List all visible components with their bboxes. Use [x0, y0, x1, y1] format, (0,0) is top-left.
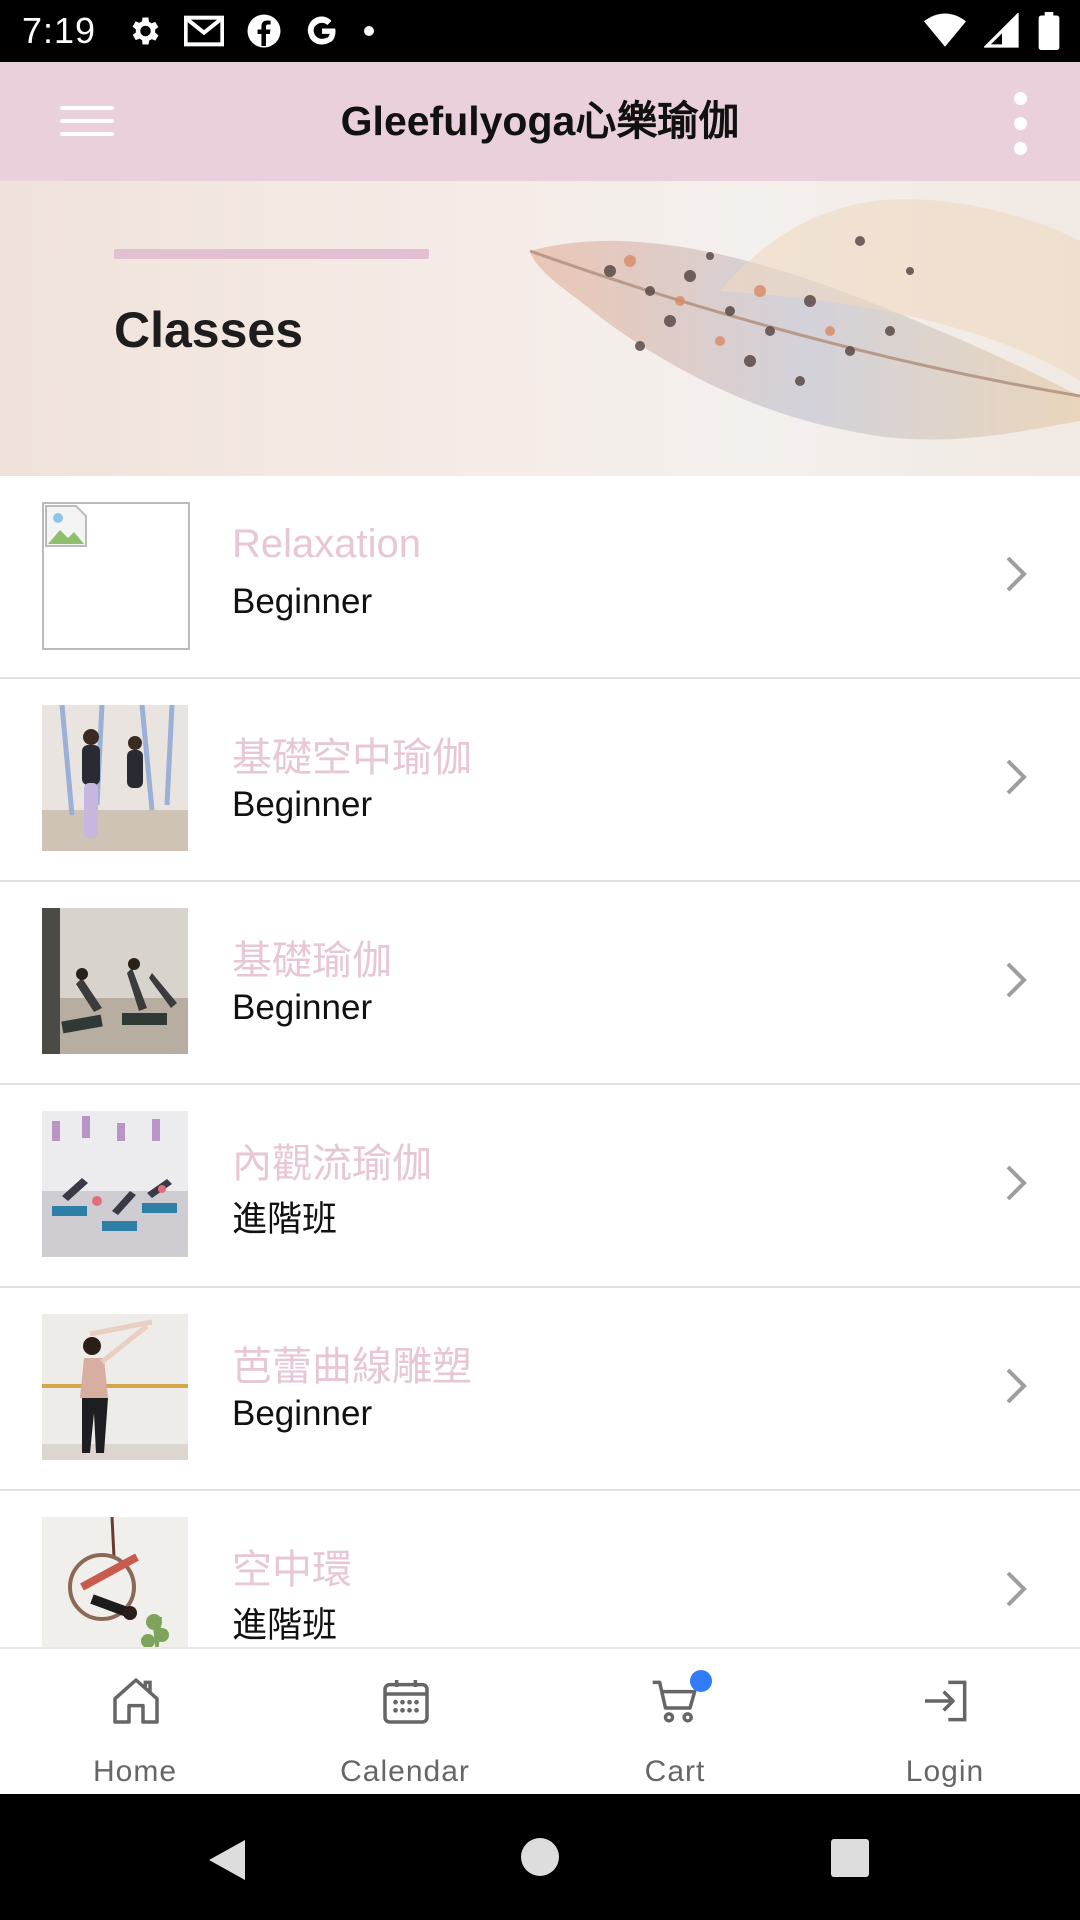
nav-label: Login: [905, 1755, 985, 1788]
class-level: 進階班: [232, 1606, 338, 1645]
page-banner: Classes: [0, 181, 1080, 476]
nav-label: Calendar: [340, 1755, 470, 1788]
class-thumbnail: [42, 705, 188, 851]
class-thumbnail: [42, 1517, 188, 1647]
class-list-item[interactable]: 芭蕾曲線雕塑 Beginner: [0, 1288, 1080, 1491]
class-thumbnail: [42, 1111, 188, 1257]
home-circle-icon[interactable]: [520, 1837, 560, 1877]
nav-cart[interactable]: Cart: [540, 1649, 810, 1796]
status-time: 7:19: [22, 10, 97, 51]
broken-image-icon: [45, 505, 87, 547]
class-thumbnail: [42, 1314, 188, 1460]
class-title: Relaxation: [232, 522, 422, 566]
class-level: Beginner: [232, 988, 373, 1027]
more-vert-icon: [1013, 92, 1027, 105]
class-thumbnail: [42, 908, 188, 1054]
status-bar: 7:19: [0, 0, 1080, 62]
class-list-item[interactable]: 基礎瑜伽 Beginner: [0, 882, 1080, 1085]
class-list-item[interactable]: 內觀流瑜伽 進階班: [0, 1085, 1080, 1288]
nav-home[interactable]: Home: [0, 1649, 270, 1796]
class-title: 內觀流瑜伽: [232, 1142, 432, 1186]
battery-icon: [1038, 12, 1060, 50]
login-icon: [925, 1680, 967, 1722]
chevron-right-icon: [1006, 1571, 1027, 1607]
hamburger-icon: [60, 106, 114, 110]
class-list: Relaxation Beginner 基礎空中瑜伽 Beginner 基礎瑜伽…: [0, 476, 1080, 1647]
class-level: Beginner: [232, 582, 373, 621]
more-options-button[interactable]: [1000, 84, 1040, 160]
page-title: Classes: [114, 302, 304, 358]
class-list-item[interactable]: 基礎空中瑜伽 Beginner: [0, 679, 1080, 882]
class-title: 芭蕾曲線雕塑: [232, 1345, 472, 1389]
home-icon: [113, 1678, 159, 1724]
app-title: Gleefulyoga心樂瑜伽: [340, 98, 740, 144]
chevron-right-icon: [1006, 962, 1027, 998]
class-title: 基礎瑜伽: [232, 939, 392, 983]
class-list-item[interactable]: 空中環 進階班: [0, 1491, 1080, 1647]
app-bar: Gleefulyoga心樂瑜伽: [0, 62, 1080, 181]
class-title: 空中環: [232, 1548, 352, 1592]
nav-calendar[interactable]: Calendar: [270, 1649, 540, 1796]
settings-icon: [132, 17, 159, 45]
chevron-right-icon: [1006, 1165, 1027, 1201]
chevron-right-icon: [1006, 759, 1027, 795]
class-title: 基礎空中瑜伽: [232, 736, 472, 780]
nav-login[interactable]: Login: [810, 1649, 1080, 1796]
class-thumbnail: [42, 502, 190, 650]
class-level: Beginner: [232, 1394, 373, 1433]
chevron-right-icon: [1006, 556, 1027, 592]
system-navigation-bar: [0, 1794, 1080, 1920]
nav-label: Home: [92, 1755, 178, 1788]
feather-illustration: [529, 199, 1080, 440]
class-level: 進階班: [232, 1200, 338, 1239]
banner-accent-line: [114, 249, 429, 259]
signal-icon: [984, 13, 1019, 48]
chevron-right-icon: [1006, 1368, 1027, 1404]
back-icon[interactable]: [205, 1836, 249, 1884]
recents-icon[interactable]: [830, 1838, 870, 1878]
class-list-item[interactable]: Relaxation Beginner: [0, 476, 1080, 679]
bottom-navigation: Home Calendar Cart Login: [0, 1647, 1080, 1796]
class-level: Beginner: [232, 785, 373, 824]
cart-badge: [690, 1670, 712, 1692]
gmail-icon: [184, 15, 225, 47]
calendar-icon: [383, 1680, 429, 1724]
google-icon: [307, 16, 336, 45]
menu-button[interactable]: [60, 97, 138, 147]
notification-dot-icon: [364, 26, 375, 36]
nav-label: Cart: [644, 1755, 706, 1788]
wifi-icon: [924, 13, 966, 47]
facebook-icon: [247, 14, 281, 48]
